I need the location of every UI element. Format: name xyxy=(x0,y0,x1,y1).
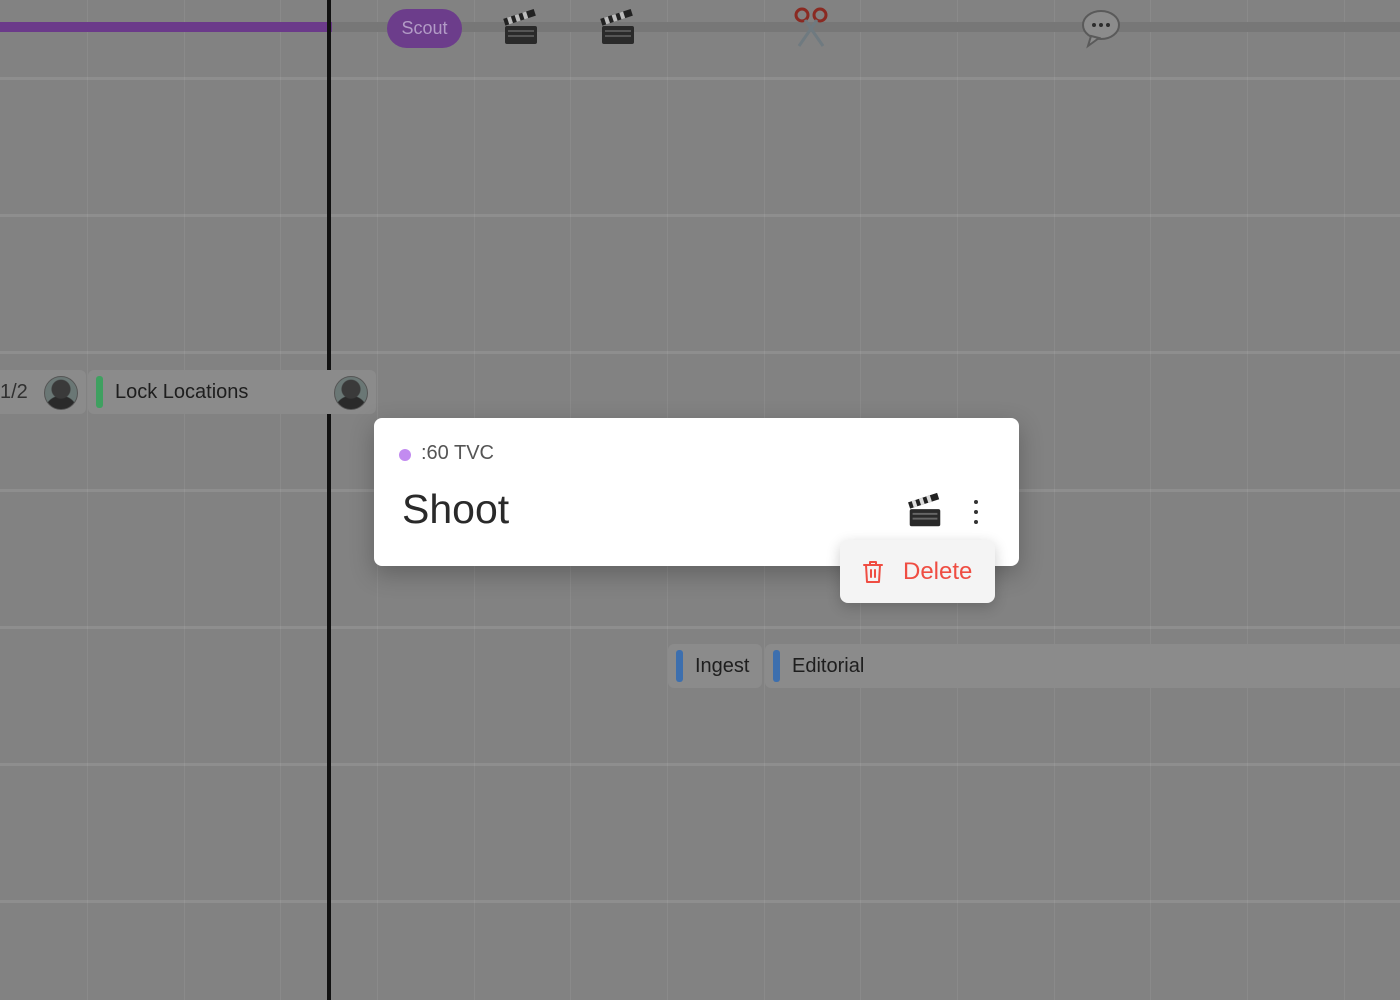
task-chip-label: Lock Locations xyxy=(115,380,249,403)
task-color-bar xyxy=(773,650,780,682)
grid-column-line xyxy=(87,0,88,1000)
grid-column-line xyxy=(1150,0,1151,1000)
more-vertical-icon[interactable] xyxy=(964,496,988,528)
grid-column-line xyxy=(184,0,185,1000)
grid-row-line xyxy=(0,763,1400,766)
grid-column-line xyxy=(1054,0,1055,1000)
grid-row-line xyxy=(0,351,1400,354)
task-chip-label: Ingest xyxy=(695,654,750,677)
clapperboard-icon[interactable] xyxy=(904,490,946,532)
more-dot xyxy=(974,510,978,514)
context-menu: Delete xyxy=(840,540,995,603)
more-dot xyxy=(974,500,978,504)
avatar xyxy=(334,376,368,410)
trash-icon xyxy=(863,560,883,583)
delete-menu-item[interactable]: Delete xyxy=(840,540,995,603)
grid-row-line xyxy=(0,77,1400,80)
avatar xyxy=(44,376,78,410)
task-chip-ingest[interactable]: Ingest xyxy=(668,644,762,688)
grid-column-line xyxy=(1247,0,1248,1000)
clapperboard-icon[interactable] xyxy=(596,6,640,50)
task-color-bar xyxy=(96,376,103,408)
grid-row-line xyxy=(0,900,1400,903)
task-title[interactable]: Shoot xyxy=(402,486,509,533)
grid-column-line xyxy=(280,0,281,1000)
phase-bar[interactable] xyxy=(0,22,332,32)
grid-row-line xyxy=(0,214,1400,217)
task-chip-label: Editorial xyxy=(792,654,865,677)
speech-bubble-icon[interactable] xyxy=(1079,6,1123,50)
project-color-dot xyxy=(399,449,411,461)
more-dot xyxy=(974,520,978,524)
task-color-bar xyxy=(676,650,683,682)
today-line xyxy=(327,0,331,1000)
scout-phase-pill[interactable]: Scout xyxy=(387,9,462,48)
grid-row-line xyxy=(0,626,1400,629)
clapperboard-icon[interactable] xyxy=(499,6,543,50)
grid-column-line xyxy=(1344,0,1345,1000)
project-name: :60 TVC xyxy=(421,442,494,464)
delete-label: Delete xyxy=(903,557,973,585)
task-chip-lock-locations[interactable]: Lock Locations xyxy=(88,370,376,414)
scissors-icon[interactable] xyxy=(789,6,833,50)
task-chip-label: 1/2 xyxy=(0,380,28,403)
task-chip-editorial[interactable]: Editorial xyxy=(765,644,1400,688)
